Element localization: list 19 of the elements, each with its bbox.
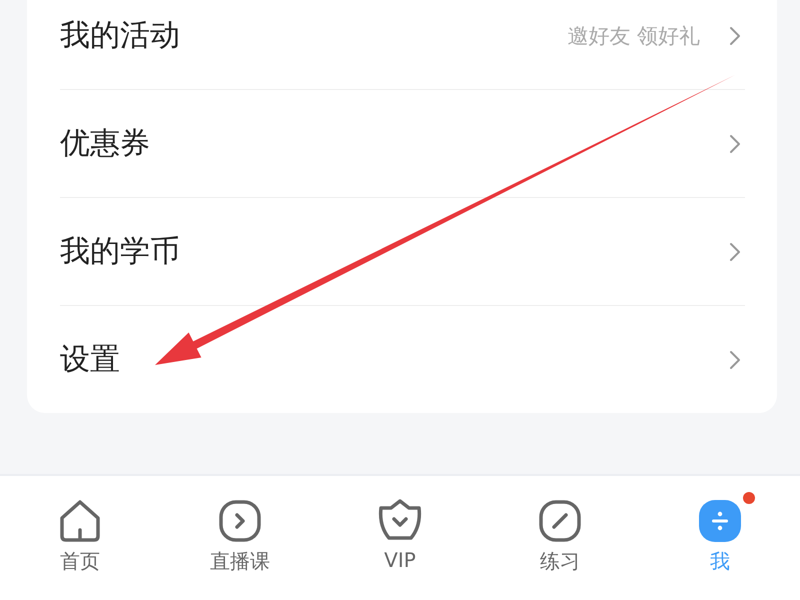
menu-label: 设置	[60, 341, 121, 379]
chevron-icon	[728, 348, 742, 370]
tab[interactable]: 首页	[0, 476, 160, 600]
chevron-icon	[728, 24, 742, 46]
play-icon	[217, 498, 263, 544]
tab[interactable]: 我	[640, 476, 800, 600]
tab[interactable]: 直播课	[160, 476, 320, 600]
menu-label: 优惠券	[60, 125, 151, 163]
menu-item[interactable]: 设置	[60, 306, 745, 413]
tab[interactable]: VIP	[320, 476, 480, 600]
menu-hint: 邀好友 领好礼	[567, 22, 700, 50]
menu-item[interactable]: 我的活动 邀好友 领好礼	[60, 0, 745, 90]
pencil-icon	[537, 498, 583, 544]
chevron-icon	[728, 132, 742, 154]
profile-icon	[697, 498, 743, 544]
menu-label: 我的学币	[60, 233, 181, 271]
tab[interactable]: 练习	[480, 476, 640, 600]
menu-label: 我的活动	[60, 17, 181, 55]
chevron-icon	[728, 240, 742, 262]
